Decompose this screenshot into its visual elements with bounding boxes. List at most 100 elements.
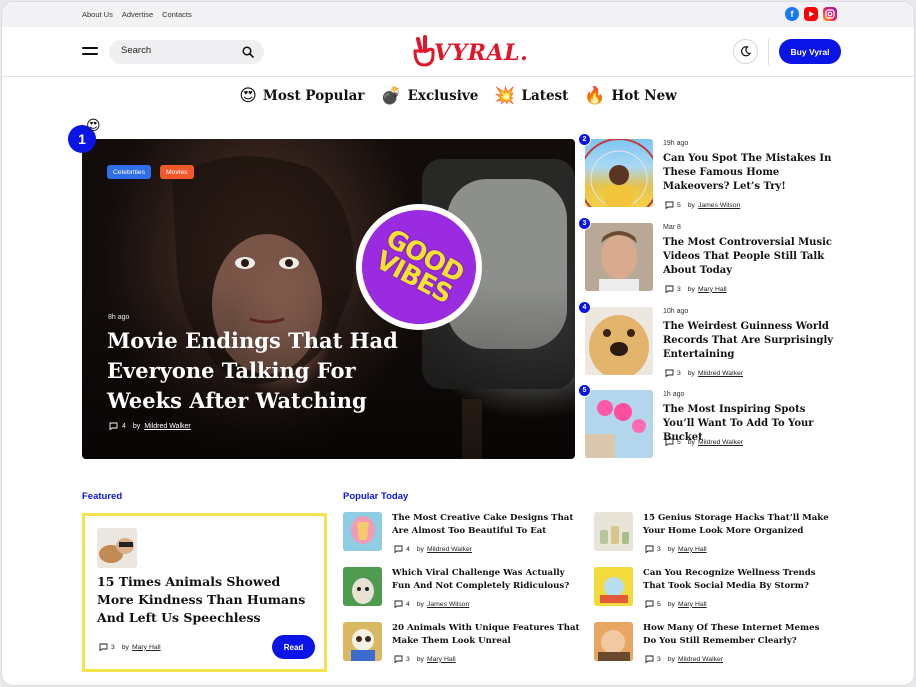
article-time: Mar 8 <box>663 224 681 231</box>
comment-icon <box>645 600 654 608</box>
hero-article[interactable]: Celebrities Movies 8h ago Movie Endings … <box>82 139 575 459</box>
list-item[interactable]: 5 1h ago The Most Inspiring Spots You’ll… <box>578 384 845 460</box>
search-icon[interactable] <box>242 46 254 58</box>
nav-hot-new[interactable]: 🔥 Hot New <box>584 86 676 106</box>
article-meta: 3 by Mary Hall <box>394 655 456 663</box>
tag-celebrities[interactable]: Celebrities <box>107 165 152 179</box>
list-item[interactable]: 3 Mar 8 The Most Controversial Music Vid… <box>578 217 845 293</box>
youtube-icon[interactable] <box>804 7 818 21</box>
article-thumbnail <box>343 622 382 661</box>
comment-count: 5 <box>657 600 661 608</box>
article-meta: 3 by Mary Hall <box>99 643 161 651</box>
buy-button[interactable]: Buy Vyral <box>779 39 841 64</box>
article-thumbnail <box>585 390 653 458</box>
article-title[interactable]: The Most Creative Cake Designs That Are … <box>392 512 584 537</box>
article-meta: 3 by Mary Hall <box>645 545 707 553</box>
author-link[interactable]: Mary Hall <box>698 286 727 293</box>
category-nav: 😍 Most Popular 💣 Exclusive 💥 Latest 🔥 Ho… <box>2 86 914 106</box>
author-link[interactable]: Mildred Walker <box>427 546 472 553</box>
author-link[interactable]: James Wilson <box>427 601 469 608</box>
top-bar: About Us Advertise Contacts f <box>2 2 914 27</box>
list-item[interactable]: 4 10h ago The Weirdest Guinness World Re… <box>578 301 845 377</box>
by-label: by <box>687 369 695 377</box>
list-item[interactable]: 2 19h ago Can You Spot The Mistakes In T… <box>578 133 845 209</box>
facebook-icon[interactable]: f <box>785 7 799 21</box>
dark-mode-toggle[interactable] <box>733 39 758 64</box>
article-meta: 3 by Mary Hall <box>665 285 727 293</box>
author-link[interactable]: Mildred Walker <box>144 423 190 430</box>
explosion-icon: 💥 <box>494 86 516 106</box>
tag-movies[interactable]: Movies <box>160 165 194 179</box>
rank-badge: 5 <box>578 384 591 397</box>
search-input[interactable] <box>121 45 236 56</box>
hero-title[interactable]: Movie Endings That Had Everyone Talking … <box>107 326 437 416</box>
by-label: by <box>416 655 424 663</box>
author-link[interactable]: Mary Hall <box>678 601 707 608</box>
popular-heading: Popular Today <box>343 491 409 502</box>
search-box <box>109 40 264 64</box>
author-link[interactable]: Mary Hall <box>427 656 456 663</box>
author-link[interactable]: Mildred Walker <box>698 370 743 377</box>
article-thumbnail <box>97 528 137 568</box>
comment-count: 3 <box>406 655 410 663</box>
article-title[interactable]: Can You Recognize Wellness Trends That T… <box>643 567 835 592</box>
by-label: by <box>132 422 141 430</box>
instagram-icon[interactable] <box>823 7 837 21</box>
author-link[interactable]: Mary Hall <box>132 644 161 651</box>
nav-exclusive[interactable]: 💣 Exclusive <box>380 86 478 106</box>
list-item[interactable]: 20 Animals With Unique Features That Mak… <box>343 622 588 670</box>
author-link[interactable]: Mildred Walker <box>698 439 743 446</box>
article-meta: 3 by Mildred Walker <box>645 655 723 663</box>
contacts-link[interactable]: Contacts <box>162 10 192 19</box>
logo[interactable]: VYRAL. <box>412 33 528 73</box>
heart-eyes-icon: 😍 <box>86 118 101 134</box>
article-meta: 3 by Mildred Walker <box>665 369 743 377</box>
rank-badge: 4 <box>578 301 591 314</box>
article-title[interactable]: 15 Genius Storage Hacks That’ll Make You… <box>643 512 835 537</box>
comment-count: 4 <box>122 422 126 430</box>
advertise-link[interactable]: Advertise <box>122 10 153 19</box>
author-link[interactable]: Mary Hall <box>678 546 707 553</box>
article-thumbnail <box>585 307 653 375</box>
article-title[interactable]: 20 Animals With Unique Features That Mak… <box>392 622 584 647</box>
nav-most-popular[interactable]: 😍 Most Popular <box>239 86 364 106</box>
article-time: 10h ago <box>663 308 689 315</box>
heart-eyes-icon: 😍 <box>239 86 257 106</box>
article-title[interactable]: How Many Of These Internet Memes Do You … <box>643 622 835 647</box>
author-link[interactable]: James Wilson <box>698 202 740 209</box>
comment-icon <box>394 545 403 553</box>
list-item[interactable]: The Most Creative Cake Designs That Are … <box>343 512 588 560</box>
nav-label: Exclusive <box>407 88 479 104</box>
article-thumbnail <box>585 223 653 291</box>
read-button[interactable]: Read <box>272 635 315 659</box>
by-label: by <box>416 600 424 608</box>
list-item[interactable]: 15 Genius Storage Hacks That’ll Make You… <box>594 512 839 560</box>
menu-icon[interactable] <box>82 47 98 57</box>
article-title[interactable]: Can You Spot The Mistakes In These Famou… <box>663 152 835 194</box>
comment-icon <box>665 201 674 209</box>
article-title[interactable]: The Weirdest Guinness World Records That… <box>663 320 835 362</box>
logo-text: VYRAL. <box>434 40 529 66</box>
article-title[interactable]: Which Viral Challenge Was Actually Fun A… <box>392 567 584 592</box>
article-meta: 4 by James Wilson <box>394 600 469 608</box>
about-us-link[interactable]: About Us <box>82 10 113 19</box>
good-vibes-sticker: GOOD VIBES <box>341 189 497 345</box>
comment-icon <box>645 545 654 553</box>
list-item[interactable]: Which Viral Challenge Was Actually Fun A… <box>343 567 588 615</box>
list-item[interactable]: How Many Of These Internet Memes Do You … <box>594 622 839 670</box>
by-label: by <box>121 643 129 651</box>
featured-card[interactable]: 15 Times Animals Showed More Kindness Th… <box>82 513 327 672</box>
comment-icon <box>665 285 674 293</box>
author-link[interactable]: Mildred Walker <box>678 656 723 663</box>
by-label: by <box>687 438 695 446</box>
rank-badge: 2 <box>578 133 591 146</box>
nav-label: Latest <box>521 88 569 104</box>
comment-count: 3 <box>657 655 661 663</box>
list-item[interactable]: Can You Recognize Wellness Trends That T… <box>594 567 839 615</box>
comment-count: 4 <box>406 600 410 608</box>
article-title[interactable]: The Most Controversial Music Videos That… <box>663 236 835 278</box>
article-thumbnail <box>594 622 633 661</box>
nav-latest[interactable]: 💥 Latest <box>494 86 568 106</box>
featured-title[interactable]: 15 Times Animals Showed More Kindness Th… <box>97 573 312 627</box>
social-links: f <box>785 7 837 21</box>
